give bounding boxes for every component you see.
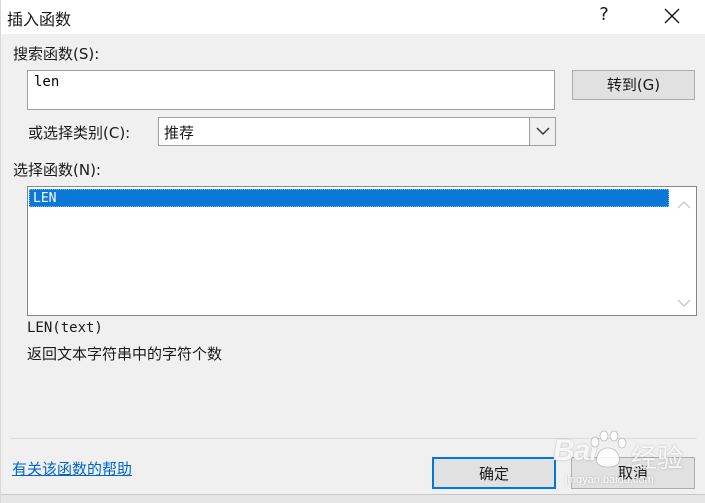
category-select[interactable]: 推荐	[158, 117, 556, 146]
chevron-up-icon[interactable]	[677, 195, 691, 214]
title-bar: 插入函数 ?	[1, 0, 705, 34]
vertical-scrollbar[interactable]	[672, 187, 696, 315]
function-syntax: LEN(text)	[27, 320, 103, 336]
function-list[interactable]: LEN	[27, 186, 697, 316]
close-icon[interactable]	[661, 5, 683, 27]
function-list-label: 选择函数(N):	[13, 161, 101, 179]
category-label: 或选择类别(C):	[28, 124, 131, 142]
function-help-link[interactable]: 有关该函数的帮助	[12, 458, 132, 479]
list-item[interactable]: LEN	[29, 189, 669, 207]
bottom-edge	[1, 494, 705, 503]
help-button[interactable]: ?	[594, 4, 614, 28]
insert-function-dialog: 插入函数 ? 搜索函数(S): len 转到(G) 或选择类别(C): 推荐 选…	[0, 0, 705, 503]
category-selected-value: 推荐	[164, 124, 195, 142]
divider	[11, 438, 697, 439]
chevron-down-icon[interactable]	[677, 293, 691, 312]
search-label: 搜索函数(S):	[13, 45, 100, 63]
chevron-down-icon[interactable]	[529, 118, 555, 145]
search-input[interactable]: len	[27, 70, 555, 110]
goto-button[interactable]: 转到(G)	[572, 70, 695, 100]
function-description: 返回文本字符串中的字符个数	[27, 345, 223, 363]
cancel-button[interactable]: 取消	[571, 457, 695, 489]
ok-button[interactable]: 确定	[432, 457, 556, 489]
dialog-title: 插入函数	[7, 10, 72, 29]
